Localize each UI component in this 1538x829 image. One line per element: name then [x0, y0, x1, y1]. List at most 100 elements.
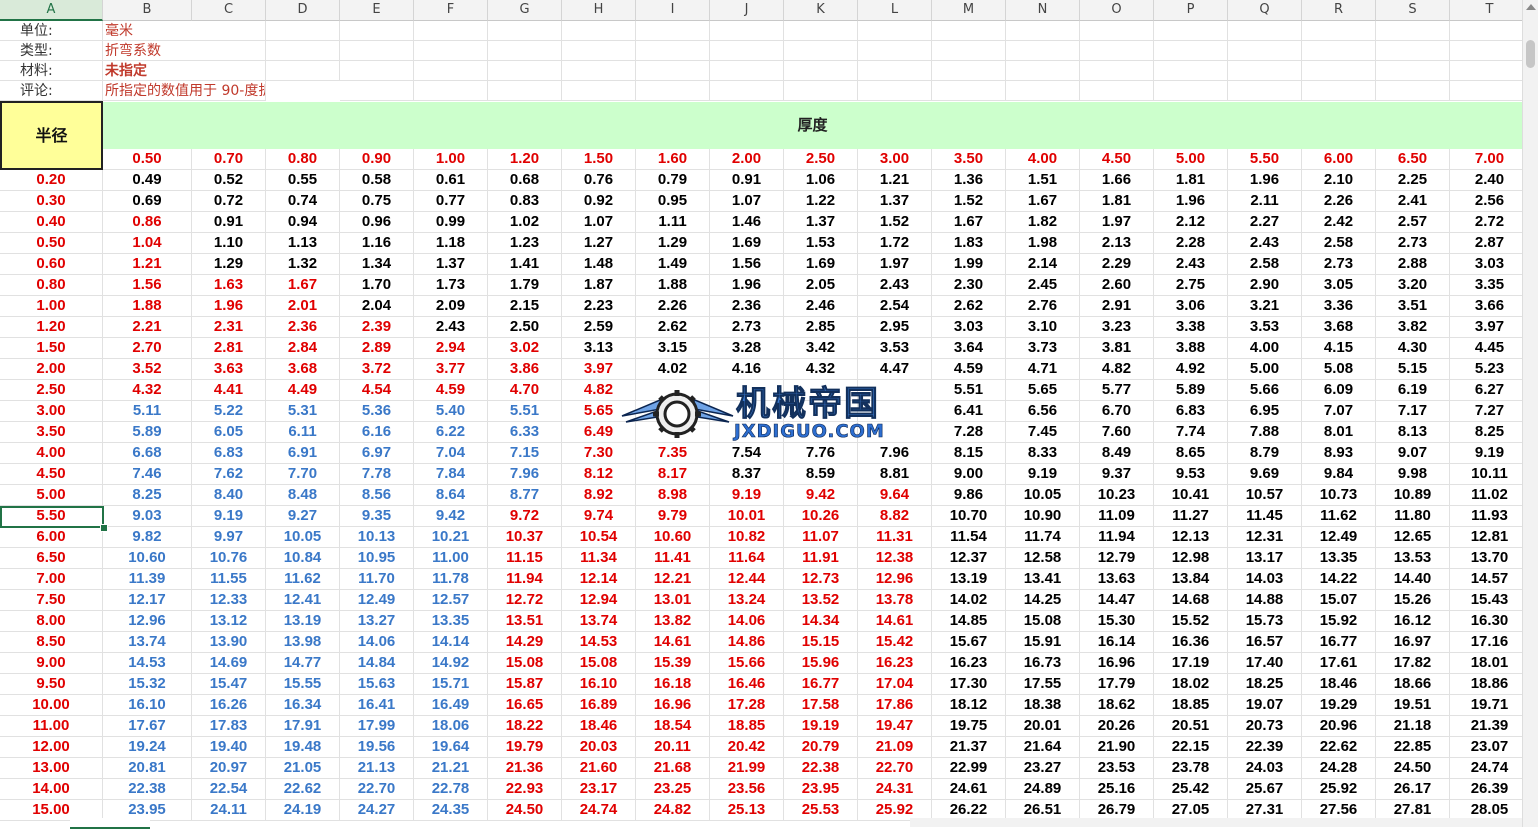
bend-allowance-cell[interactable]: 0.75	[340, 191, 414, 212]
bend-allowance-cell[interactable]: 1.06	[784, 170, 858, 191]
bend-allowance-cell[interactable]: 17.19	[1154, 653, 1228, 674]
bend-allowance-cell[interactable]: 3.13	[562, 338, 636, 359]
bend-allowance-cell[interactable]: 20.11	[636, 737, 710, 758]
empty-cell[interactable]	[1302, 81, 1376, 101]
bend-allowance-cell[interactable]: 12.58	[1006, 548, 1080, 569]
bend-allowance-cell[interactable]: 13.74	[562, 611, 636, 632]
bend-allowance-cell[interactable]: 2.36	[266, 317, 340, 338]
bend-allowance-cell[interactable]: 1.22	[784, 191, 858, 212]
bend-allowance-cell[interactable]: 3.21	[1228, 296, 1302, 317]
bend-allowance-cell[interactable]	[636, 401, 710, 422]
bend-allowance-cell[interactable]: 24.50	[488, 800, 562, 821]
bend-allowance-cell[interactable]: 24.35	[414, 800, 488, 821]
bend-allowance-cell[interactable]: 1.79	[488, 275, 562, 296]
empty-cell[interactable]	[1006, 81, 1080, 101]
bend-allowance-cell[interactable]: 15.26	[1376, 590, 1450, 611]
bend-allowance-cell[interactable]: 22.38	[784, 758, 858, 779]
radius-value[interactable]: 12.00	[0, 737, 103, 758]
fill-handle[interactable]	[100, 524, 108, 532]
bend-allowance-cell[interactable]: 15.07	[1302, 590, 1376, 611]
bend-allowance-cell[interactable]: 6.91	[266, 443, 340, 464]
bend-allowance-cell[interactable]: 1.11	[636, 212, 710, 233]
bend-allowance-cell[interactable]: 6.27	[1450, 380, 1522, 401]
radius-value[interactable]: 13.00	[0, 758, 103, 779]
empty-cell[interactable]	[858, 81, 932, 101]
bend-allowance-cell[interactable]: 17.04	[858, 674, 932, 695]
bend-allowance-cell[interactable]: 13.12	[192, 611, 266, 632]
bend-allowance-cell[interactable]: 17.28	[710, 695, 784, 716]
bend-allowance-cell[interactable]: 17.67	[103, 716, 192, 737]
bend-allowance-cell[interactable]: 4.47	[858, 359, 932, 380]
empty-cell[interactable]	[1228, 41, 1302, 61]
bend-allowance-cell[interactable]: 1.21	[858, 170, 932, 191]
bend-allowance-cell[interactable]: 13.35	[414, 611, 488, 632]
bend-allowance-cell[interactable]: 9.42	[784, 485, 858, 506]
bend-allowance-cell[interactable]: 16.73	[1006, 653, 1080, 674]
bend-allowance-cell[interactable]: 0.55	[266, 170, 340, 191]
bend-allowance-cell[interactable]: 21.09	[858, 737, 932, 758]
bend-allowance-cell[interactable]: 10.23	[1080, 485, 1154, 506]
empty-cell[interactable]	[1080, 41, 1154, 61]
bend-allowance-cell[interactable]: 7.70	[266, 464, 340, 485]
empty-cell[interactable]	[1006, 41, 1080, 61]
bend-allowance-cell[interactable]: 9.37	[1080, 464, 1154, 485]
empty-cell[interactable]	[1228, 81, 1302, 101]
bend-allowance-cell[interactable]: 14.88	[1228, 590, 1302, 611]
bend-allowance-cell[interactable]: 1.83	[932, 233, 1006, 254]
bend-allowance-cell[interactable]: 13.84	[1154, 569, 1228, 590]
bend-allowance-cell[interactable]: 3.35	[1450, 275, 1522, 296]
bend-allowance-cell[interactable]: 0.68	[488, 170, 562, 191]
bend-allowance-cell[interactable]: 18.46	[1302, 674, 1376, 695]
bend-allowance-cell[interactable]: 10.05	[266, 527, 340, 548]
bend-allowance-cell[interactable]: 2.45	[1006, 275, 1080, 296]
bend-allowance-cell[interactable]: 15.91	[1006, 632, 1080, 653]
empty-cell[interactable]	[784, 21, 858, 41]
bend-allowance-cell[interactable]: 1.07	[710, 191, 784, 212]
thickness-value[interactable]: 1.60	[636, 149, 710, 170]
bend-allowance-cell[interactable]: 0.92	[562, 191, 636, 212]
bend-allowance-cell[interactable]: 7.46	[103, 464, 192, 485]
bend-allowance-cell[interactable]: 17.16	[1450, 632, 1522, 653]
bend-allowance-cell[interactable]: 1.96	[710, 275, 784, 296]
empty-cell[interactable]	[562, 61, 636, 81]
bend-allowance-cell[interactable]: 3.97	[1450, 317, 1522, 338]
bend-allowance-cell[interactable]: 6.95	[1228, 401, 1302, 422]
bend-allowance-cell[interactable]: 2.88	[1376, 254, 1450, 275]
bend-allowance-cell[interactable]: 1.53	[784, 233, 858, 254]
thickness-value[interactable]: 2.50	[784, 149, 858, 170]
column-header-t[interactable]: T	[1450, 0, 1522, 21]
bend-allowance-cell[interactable]: 0.77	[414, 191, 488, 212]
bend-allowance-cell[interactable]: 3.51	[1376, 296, 1450, 317]
empty-cell[interactable]	[932, 61, 1006, 81]
bend-allowance-cell[interactable]: 3.63	[192, 359, 266, 380]
column-header-s[interactable]: S	[1376, 0, 1450, 21]
empty-cell[interactable]	[266, 61, 340, 81]
bend-allowance-cell[interactable]: 1.41	[488, 254, 562, 275]
radius-header-cell[interactable]: 半径	[0, 101, 103, 170]
empty-cell[interactable]	[1302, 41, 1376, 61]
bend-allowance-cell[interactable]: 9.72	[488, 506, 562, 527]
bend-allowance-cell[interactable]: 1.72	[858, 233, 932, 254]
bend-allowance-cell[interactable]: 6.22	[414, 422, 488, 443]
bend-allowance-cell[interactable]: 12.49	[1302, 527, 1376, 548]
bend-allowance-cell[interactable]: 2.42	[1302, 212, 1376, 233]
bend-allowance-cell[interactable]: 9.79	[636, 506, 710, 527]
bend-allowance-cell[interactable]: 21.18	[1376, 716, 1450, 737]
bend-allowance-cell[interactable]: 24.11	[192, 800, 266, 821]
bend-allowance-cell[interactable]: 16.49	[414, 695, 488, 716]
empty-cell[interactable]	[488, 81, 562, 101]
bend-allowance-cell[interactable]: 17.79	[1080, 674, 1154, 695]
bend-allowance-cell[interactable]: 8.25	[1450, 422, 1522, 443]
bend-allowance-cell[interactable]: 2.12	[1154, 212, 1228, 233]
bend-allowance-cell[interactable]: 0.52	[192, 170, 266, 191]
bend-allowance-cell[interactable]: 18.85	[710, 716, 784, 737]
bend-allowance-cell[interactable]: 8.77	[488, 485, 562, 506]
bend-allowance-cell[interactable]: 22.62	[266, 779, 340, 800]
bend-allowance-cell[interactable]: 5.00	[1228, 359, 1302, 380]
empty-cell[interactable]	[1006, 21, 1080, 41]
bend-allowance-cell[interactable]: 1.37	[784, 212, 858, 233]
bend-allowance-cell[interactable]: 25.92	[1302, 779, 1376, 800]
radius-value[interactable]: 1.50	[0, 338, 103, 359]
bend-allowance-cell[interactable]: 13.19	[932, 569, 1006, 590]
empty-cell[interactable]	[488, 21, 562, 41]
